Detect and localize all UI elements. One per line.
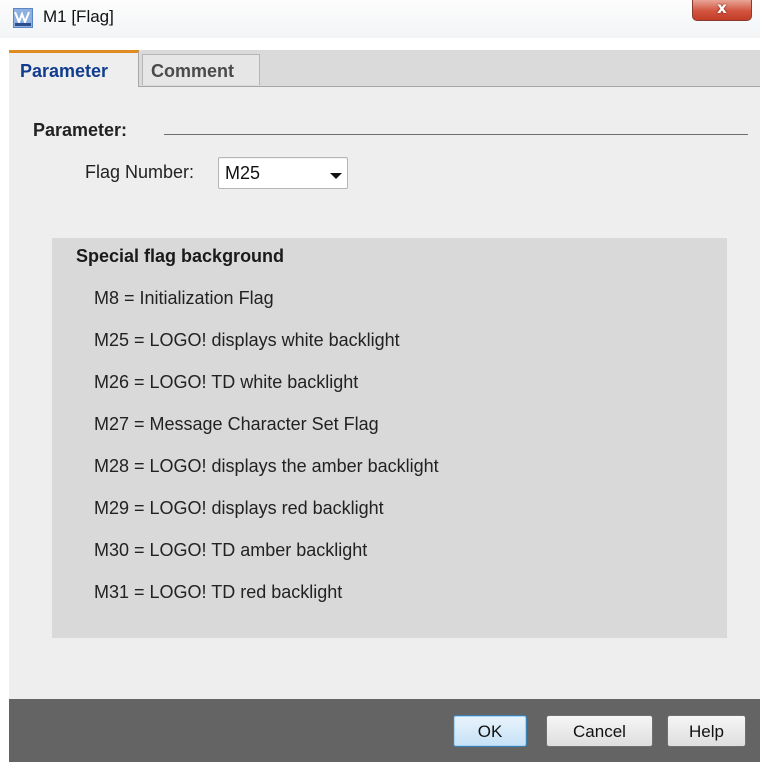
help-button[interactable]: Help [667,715,746,747]
ok-button[interactable]: OK [453,715,527,747]
info-line-m8: M8 = Initialization Flag [94,288,274,308]
chevron-down-icon[interactable] [330,173,342,179]
close-button[interactable]: x [692,0,752,21]
window-title: M1 [Flag] [43,7,114,26]
info-line-m25: M25 = LOGO! displays white backlight [94,330,400,350]
tab-parameter[interactable]: Parameter [9,50,139,87]
window-titlebar: M1 [Flag] x [0,0,760,38]
close-icon[interactable]: x [693,0,751,17]
tab-strip: Parameter Comment [9,50,760,87]
info-line-m31: M31 = LOGO! TD red backlight [94,582,343,602]
info-line-m26: M26 = LOGO! TD white backlight [94,372,359,392]
info-line-m29: M29 = LOGO! displays red backlight [94,498,384,518]
app-icon [13,8,33,28]
flag-number-value[interactable]: M25 [225,163,260,184]
flag-number-dropdown[interactable]: M25 [218,157,348,189]
info-line-m28: M28 = LOGO! displays the amber backlight [94,456,439,476]
tab-comment[interactable]: Comment [142,54,260,85]
parameter-section-heading: Parameter: [33,120,128,140]
section-divider [164,134,748,135]
info-box-title: Special flag background [76,246,285,266]
parameter-panel: Parameter: Flag Number: M25 Special flag… [9,87,760,699]
dialog-button-bar: OK Cancel Help [9,699,760,762]
cancel-button[interactable]: Cancel [546,715,653,747]
flag-number-label: Flag Number: [85,162,195,182]
info-line-m30: M30 = LOGO! TD amber backlight [94,540,368,560]
info-line-m27: M27 = Message Character Set Flag [94,414,379,434]
special-flag-info-box: Special flag background M8 = Initializat… [52,238,727,638]
